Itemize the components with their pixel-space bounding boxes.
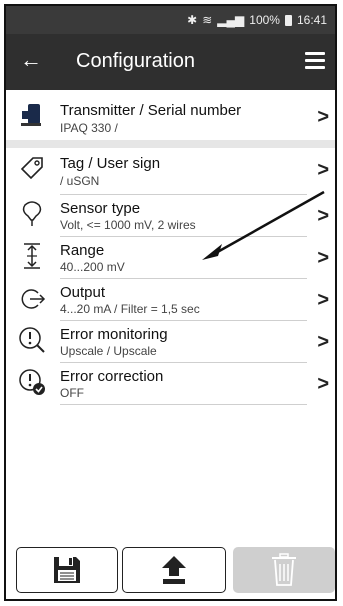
annotation-arrow-icon: [202, 190, 325, 260]
list-item-title: Output: [60, 284, 106, 301]
output-icon: [18, 285, 46, 313]
list-item-title: Transmitter / Serial number: [60, 102, 242, 119]
list-item-title: Error correction: [60, 368, 164, 385]
chevron-right-icon: >: [317, 373, 329, 395]
list-item-transmitter[interactable]: Transmitter / Serial number IPAQ 330 / >: [6, 90, 335, 140]
sensor-icon: [18, 200, 46, 228]
divider: [60, 404, 307, 405]
phone-frame: ✱ ≋ ▂▄▆ 100% 16:41 ← Configuration Trans…: [4, 4, 337, 601]
list-item-subtitle: / uSGN: [60, 174, 100, 188]
clock: 16:41: [296, 13, 327, 27]
battery-percent: 100%: [249, 13, 280, 27]
status-right: ✱ ≋ ▂▄▆ 100% 16:41: [187, 13, 327, 27]
list-item-subtitle: OFF: [60, 386, 84, 400]
error-correction-icon: [18, 368, 46, 396]
list-item-subtitle: IPAQ 330 /: [60, 121, 118, 135]
bluetooth-icon: ✱: [187, 13, 198, 27]
device-icon: [18, 101, 46, 129]
list-item-title: Range: [60, 242, 105, 259]
list-item-tag[interactable]: Tag / User sign / uSGN >: [6, 148, 335, 190]
list-item-output[interactable]: Output 4...20 mA / Filter = 1,5 sec >: [6, 278, 335, 320]
list-item-subtitle: 40...200 mV: [60, 260, 125, 274]
battery-icon: [284, 14, 292, 26]
list-item-error-correction[interactable]: Error correction OFF >: [6, 362, 335, 404]
list-item-subtitle: Volt, <= 1000 mV, 2 wires: [60, 218, 196, 232]
delete-button[interactable]: [233, 547, 335, 593]
range-icon: [18, 242, 46, 270]
upload-button[interactable]: [122, 547, 226, 593]
list-item-title: Error monitoring: [60, 326, 168, 343]
app-bar: ← Configuration: [6, 34, 335, 90]
upload-icon: [162, 556, 186, 584]
section-divider: [6, 140, 335, 148]
back-arrow-icon[interactable]: ←: [20, 48, 42, 72]
error-monitoring-icon: [18, 326, 46, 354]
status-bar: ✱ ≋ ▂▄▆ 100% 16:41: [6, 6, 335, 34]
chevron-right-icon: >: [317, 331, 329, 353]
list-item-title: Sensor type: [60, 200, 141, 217]
chevron-right-icon: >: [317, 106, 329, 128]
list-item-subtitle: Upscale / Upscale: [60, 344, 157, 358]
page-title: Configuration: [76, 50, 195, 72]
signal-icon: ▂▄▆: [217, 13, 245, 27]
list-item-subtitle: 4...20 mA / Filter = 1,5 sec: [60, 302, 200, 316]
trash-icon: [272, 553, 296, 586]
chevron-right-icon: >: [317, 289, 329, 311]
list-item-error-monitoring[interactable]: Error monitoring Upscale / Upscale >: [6, 320, 335, 362]
hamburger-menu-icon[interactable]: [305, 52, 325, 73]
save-button[interactable]: [16, 547, 118, 593]
wifi-icon: ≋: [202, 13, 213, 27]
chevron-right-icon: >: [317, 159, 329, 181]
list-item-title: Tag / User sign: [60, 155, 161, 172]
tag-icon: [18, 154, 46, 182]
floppy-disk-icon: [54, 557, 80, 583]
